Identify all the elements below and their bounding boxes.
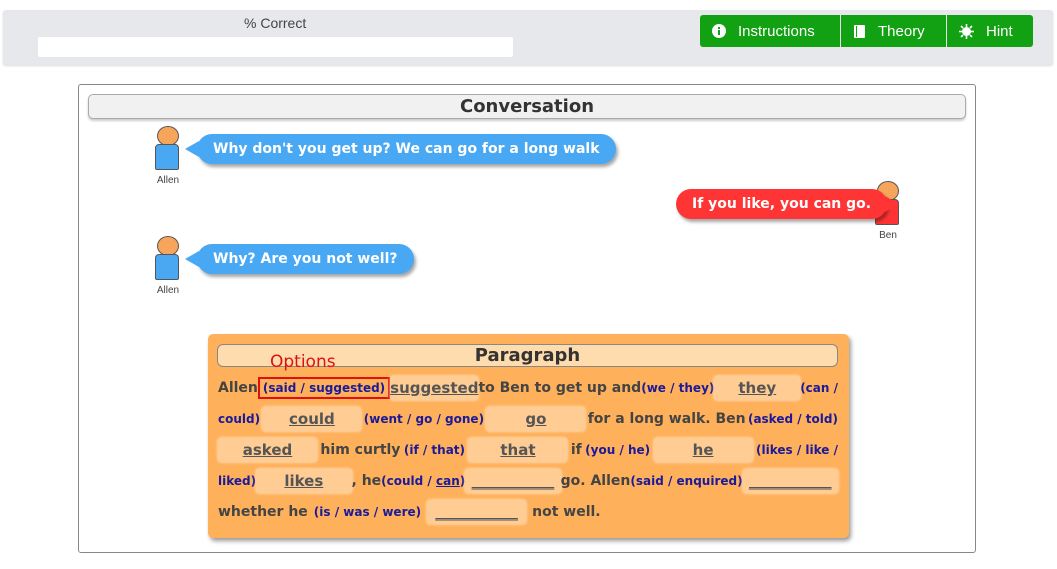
paragraph-text: if xyxy=(570,442,582,458)
answer-slot[interactable]: ___________ xyxy=(427,500,527,524)
options-box: (said / suggested) xyxy=(257,377,391,399)
instructions-label: Instructions xyxy=(738,22,815,40)
paragraph-text: not well. xyxy=(532,504,601,520)
options-text: (likes / like / xyxy=(756,443,838,457)
paragraph-line: could) could (went / go / gone) go for a… xyxy=(218,405,838,433)
hint-button[interactable]: Hint xyxy=(947,15,1033,47)
answer-slot[interactable]: he xyxy=(653,438,753,462)
selected-option: can xyxy=(435,474,460,488)
paragraph-text: whether he xyxy=(218,504,308,520)
answer-slot[interactable]: suggested xyxy=(390,376,479,400)
paragraph-text: go. Allen xyxy=(560,473,631,489)
options-text: could) xyxy=(218,412,261,426)
paragraph-text: for a long walk. Ben xyxy=(587,411,746,427)
options-text: liked) xyxy=(218,474,257,488)
message-bubble: Why don't you get up? We can go for a lo… xyxy=(185,134,616,164)
paragraph-text: Allen xyxy=(218,380,258,396)
answer-slot[interactable]: likes xyxy=(256,469,352,493)
paragraph-line: whether he (is / was / were) ___________… xyxy=(218,498,838,526)
options-text: (said / enquired) xyxy=(630,474,743,488)
options-text: (if / that) xyxy=(403,443,466,457)
options-text: (we / they) xyxy=(641,381,715,395)
paragraph-text: , he xyxy=(351,473,382,489)
avatar-head xyxy=(157,126,179,146)
answer-slot[interactable]: could xyxy=(262,407,362,431)
progress-bar xyxy=(38,37,513,57)
answer-slot[interactable]: go xyxy=(486,407,586,431)
message-bubble: Why? Are you not well? xyxy=(185,244,414,274)
options-text: (went / go / gone) xyxy=(363,412,485,426)
options-label: Options xyxy=(270,352,336,372)
progress-label: % Correct xyxy=(244,15,307,31)
options-text: (can / xyxy=(800,381,838,395)
theory-label: Theory xyxy=(878,22,925,40)
paragraph-line: Allen (said / suggested) suggested to Be… xyxy=(218,374,838,402)
options-text: (asked / told) xyxy=(747,412,838,426)
paragraph-line: asked him curtly (if / that) that if (yo… xyxy=(218,436,838,464)
speaker-name: Allen xyxy=(156,175,180,186)
options-text: (you / he) xyxy=(585,443,651,457)
paragraph-line: liked) likes , he (could / can) ________… xyxy=(218,467,838,495)
lightbulb-icon xyxy=(959,23,974,39)
conversation-title: Conversation xyxy=(88,94,966,119)
book-icon xyxy=(853,24,866,39)
options-text: (could / can) xyxy=(381,474,465,488)
answer-slot[interactable]: they xyxy=(714,376,801,400)
avatar-head xyxy=(157,236,179,256)
avatar-body xyxy=(155,254,179,280)
answer-slot[interactable]: ___________ xyxy=(742,469,838,493)
answer-slot[interactable]: asked xyxy=(218,438,317,462)
options-text: (is / was / were) xyxy=(313,505,422,519)
options-text-part: (could / xyxy=(381,474,436,488)
speaker-name: Ben xyxy=(879,230,897,241)
paragraph-text: him curtly xyxy=(320,442,401,458)
hint-label: Hint xyxy=(986,22,1013,40)
info-icon xyxy=(712,24,726,38)
message-bubble: If you like, you can go. xyxy=(676,189,900,219)
paragraph-text: to Ben to get up and xyxy=(478,380,642,396)
speaker-name: Allen xyxy=(156,285,180,296)
theory-button[interactable]: Theory xyxy=(841,15,946,47)
answer-slot[interactable]: that xyxy=(468,438,568,462)
instructions-button[interactable]: Instructions xyxy=(700,15,840,47)
avatar-body xyxy=(155,144,179,170)
answer-slot[interactable]: ___________ xyxy=(465,469,561,493)
